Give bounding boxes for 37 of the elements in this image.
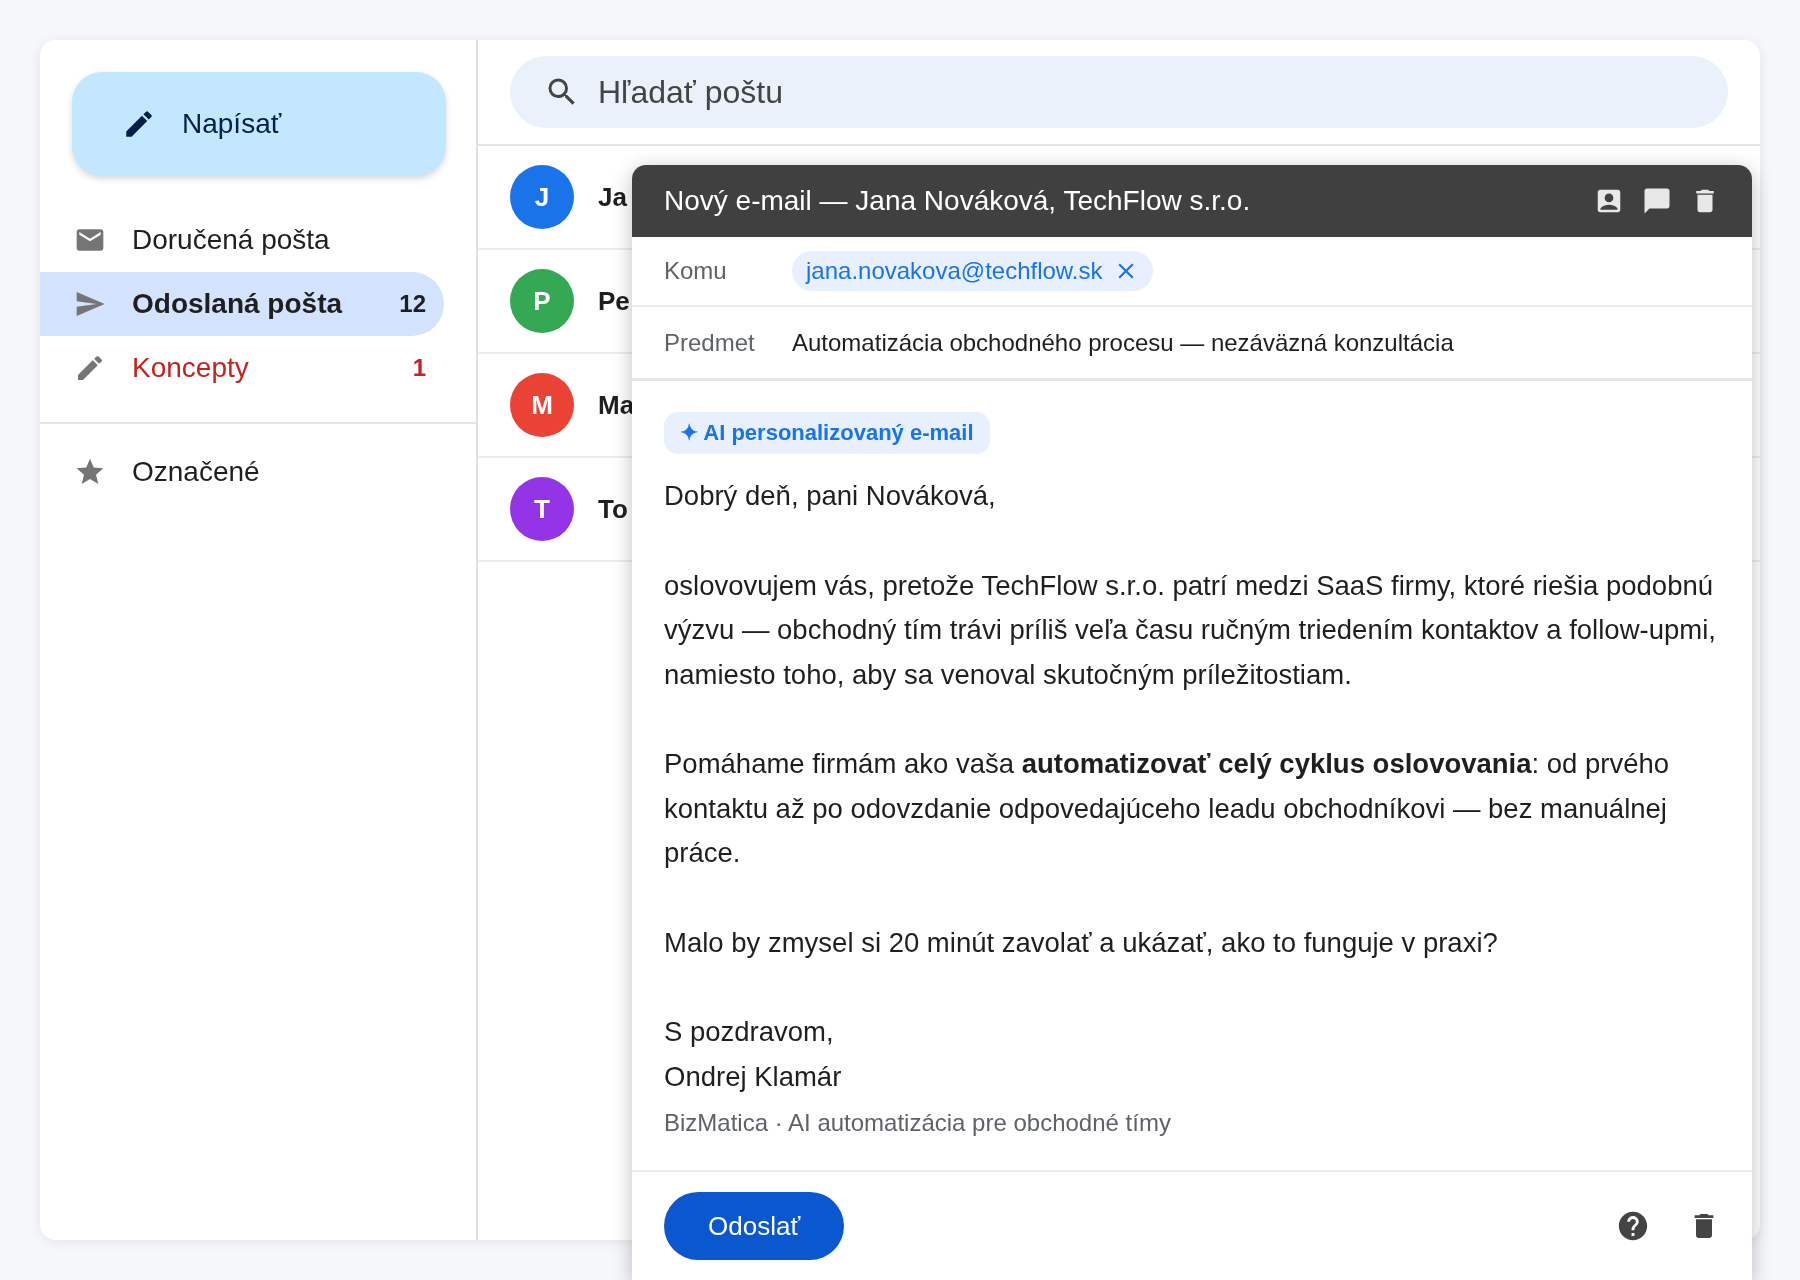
recipient-chip[interactable]: jana.novakova@techflow.sk [792,251,1153,291]
compose-title: Nový e-mail — Jana Nováková, TechFlow s.r.o. [664,184,1251,218]
ai-badge: ✦ AI personalizovaný e-mail [664,412,990,454]
body-paragraph: oslovovujem vás, pretože TechFlow s.r.o. patrí medzi SaaS firmy, ktoré riešia podobnú výzvu — obchodný tím trávi príliš veľa času ručným triedením kontaktov a follow-upmi, namiesto toho, aby sa venoval skutočným príležitostiam. [664,568,1717,692]
body-paragraph: Pomáhame firmám ako vaša automatizovať celý cyklus oslovovania: od prvého kontaktu až po odovzdanie odpovedajúceho leadu obchodníkovi — bez manuálnej práce. [664,747,1671,870]
nav-label: Koncepty [132,351,249,385]
chat-icon[interactable] [1642,186,1672,216]
avatar: M [510,373,574,437]
nav-count: 1 [412,353,426,383]
nav-item[interactable]: Odoslaná pošta 12 [40,272,444,336]
sender-name: Ma [598,388,635,422]
subject-label: Predmet [664,327,756,358]
avatar: J [510,165,574,229]
sender-name: Pe [598,284,630,318]
subject-text: Automatizácia obchodného procesu — nezáväzná konzultácia [792,327,1454,358]
send-button[interactable]: Odoslať [664,1192,845,1260]
body-paragraph: Dobrý deň, pani Nováková, [664,479,997,513]
nav-item[interactable]: Koncepty 1 [40,336,444,400]
signature-note: BizMatica · AI automatizácia pre obchodné tímy [664,1108,1172,1138]
body-paragraph: Malo by zmysel si 20 minút zavolať a ukázať, ako to funguje v praxi? [664,925,1499,960]
avatar: P [510,269,574,333]
signature-line: Ondrej Klamár [664,1059,843,1094]
nav-label: Doručená pošta [132,223,330,257]
nav-item[interactable]: Označené [40,440,444,504]
search-field[interactable]: Hľadať poštu [510,56,1728,128]
nav-count: 12 [399,289,426,319]
sender-name: To [598,492,628,526]
nav-label: Označené [132,455,260,489]
help-icon[interactable] [1616,1209,1650,1243]
nav-item[interactable]: Doručená pošta [40,208,444,272]
avatar: T [510,477,574,541]
compose-button[interactable]: Napísať [72,72,446,176]
nav-label: Odoslaná pošta [132,287,343,321]
to-label: Komu [664,256,728,286]
sender-name: Ja [598,180,627,214]
search-input[interactable]: Hľadať poštu [598,68,1728,116]
signature-line: S pozdravom, [664,1015,835,1049]
